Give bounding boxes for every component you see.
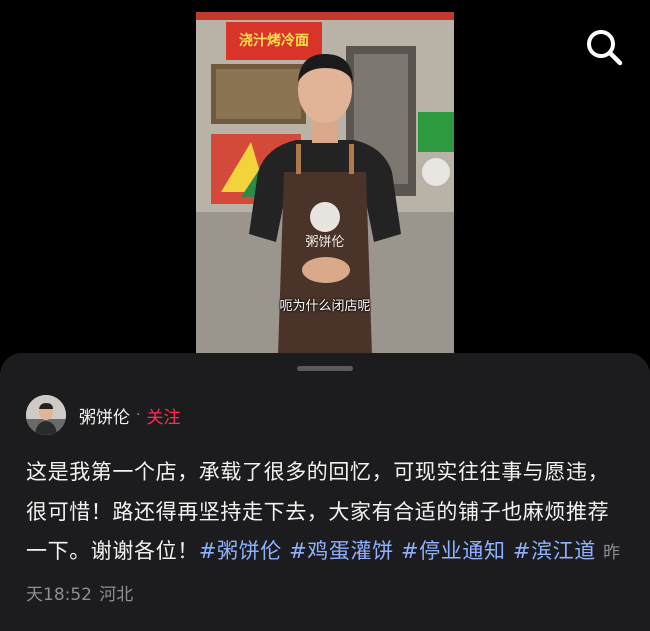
shop-sign-text: 浇汁烤冷面 — [239, 32, 309, 49]
video-player[interactable]: 浇汁烤冷面 粥饼伦 呃为什么闭店呢 — [196, 12, 454, 355]
search-icon — [587, 30, 623, 66]
author-name[interactable]: 粥饼伦 — [79, 403, 130, 428]
video-subtitle: 呃为什么闭店呢 — [279, 299, 371, 314]
hashtag-link[interactable]: #粥饼伦 — [199, 539, 282, 563]
post-caption: 这是我第一个店，承载了很多的回忆，可现实往往事与愿违，很可惜！路还得再坚持走下去… — [26, 453, 626, 615]
apron-text: 粥饼伦 — [305, 234, 344, 250]
post-location: 河北 — [99, 584, 134, 605]
avatar[interactable] — [26, 395, 66, 435]
follow-button[interactable]: 关注 — [146, 403, 180, 428]
hashtag-link[interactable]: #停业通知 — [401, 539, 506, 563]
video-area[interactable]: 浇汁烤冷面 粥饼伦 呃为什么闭店呢 — [0, 0, 650, 360]
separator-dot: · — [136, 407, 141, 423]
search-button[interactable] — [583, 26, 625, 68]
hashtag-link[interactable]: #鸡蛋灌饼 — [289, 539, 394, 563]
drag-handle[interactable] — [297, 366, 353, 371]
comment-sheet: 粥饼伦 · 关注 这是我第一个店，承载了很多的回忆，可现实往往事与愿违，很可惜！… — [0, 353, 650, 631]
author-row: 粥饼伦 · 关注 — [26, 395, 180, 435]
hashtag-link[interactable]: #滨江道 — [513, 539, 596, 563]
